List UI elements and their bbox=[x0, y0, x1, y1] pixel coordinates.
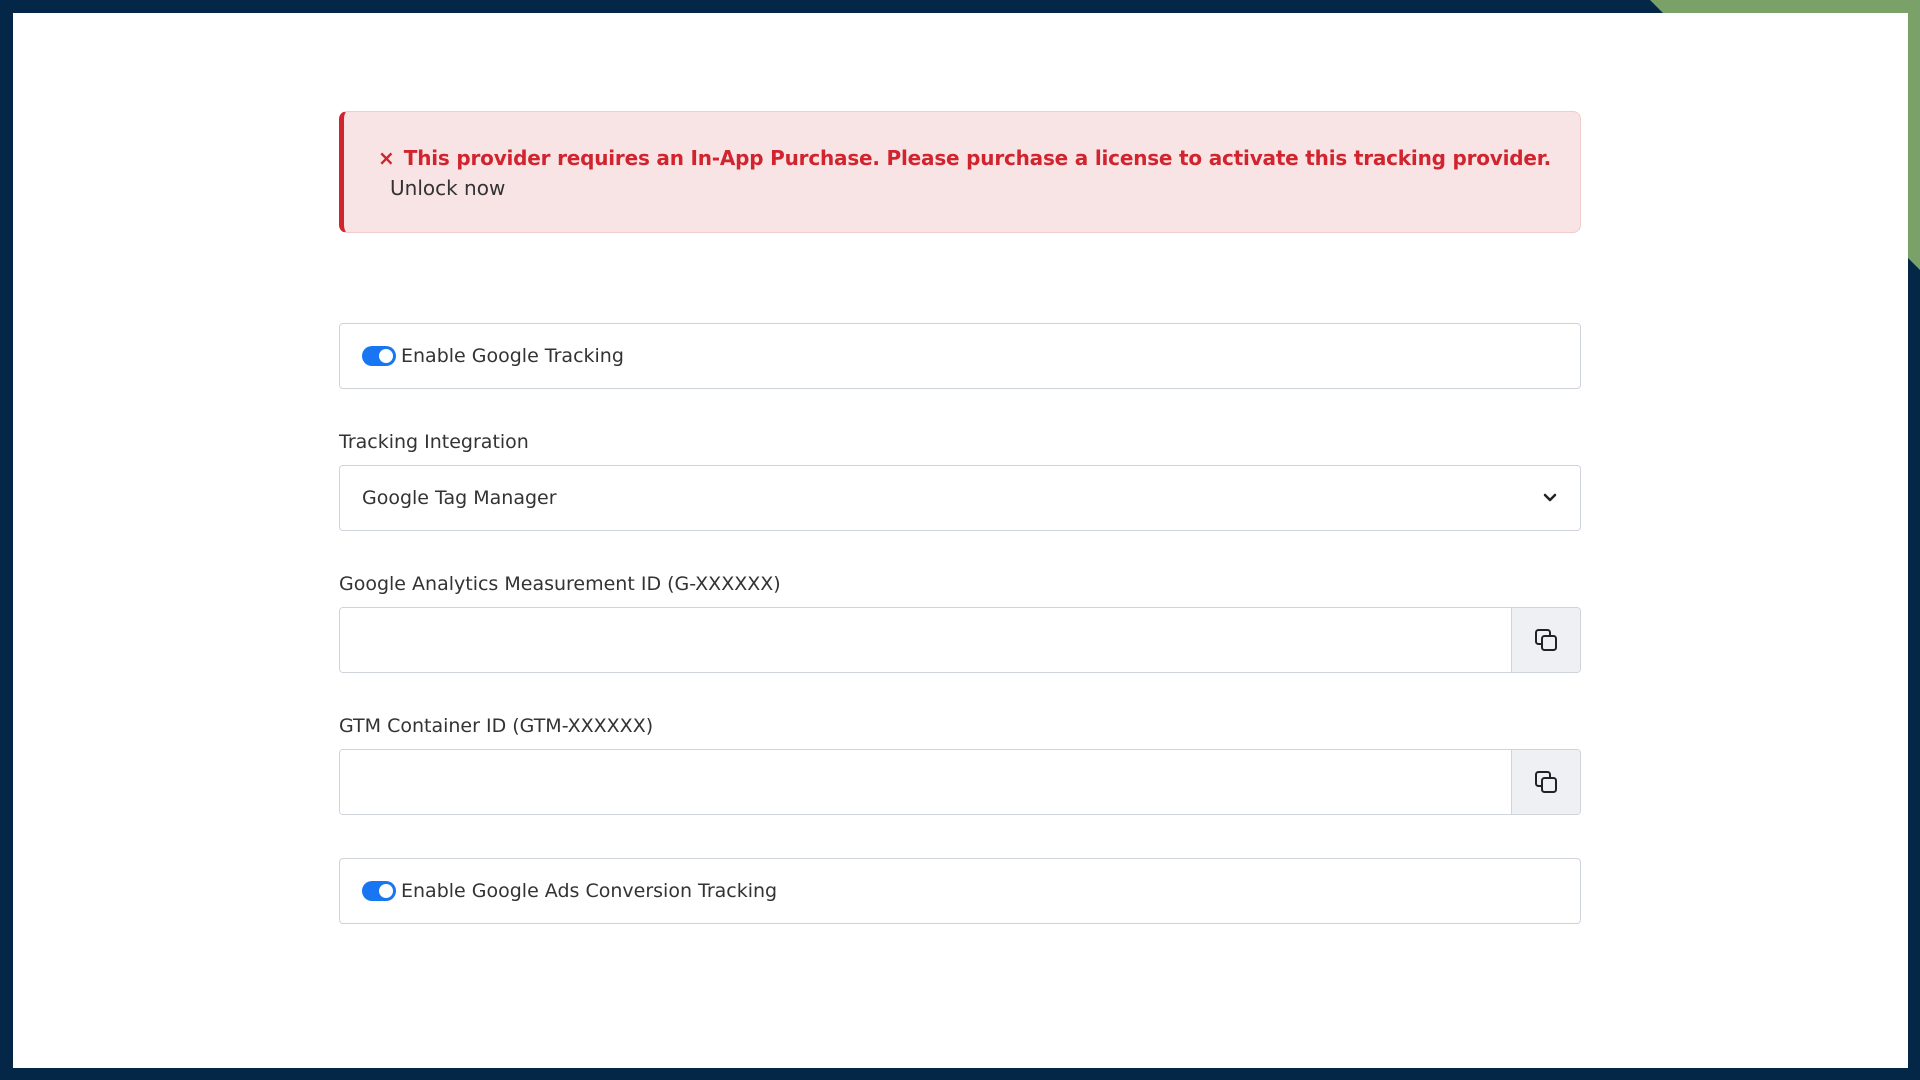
ga-measurement-input[interactable] bbox=[340, 608, 1511, 672]
alert-message: This provider requires an In-App Purchas… bbox=[403, 146, 1551, 170]
tracking-settings-form: × This provider requires an In-App Purch… bbox=[339, 111, 1581, 924]
ads-conversion-toggle-row: Enable Google Ads Conversion Tracking bbox=[339, 858, 1581, 924]
google-tracking-label: Enable Google Tracking bbox=[401, 345, 624, 367]
gtm-container-input[interactable] bbox=[340, 750, 1511, 814]
ga-measurement-label: Google Analytics Measurement ID (G-XXXXX… bbox=[339, 573, 781, 595]
ga-copy-button[interactable] bbox=[1511, 608, 1580, 672]
gtm-copy-button[interactable] bbox=[1511, 750, 1580, 814]
gtm-container-input-group bbox=[339, 749, 1581, 815]
ads-conversion-label: Enable Google Ads Conversion Tracking bbox=[401, 880, 778, 902]
close-icon: × bbox=[378, 146, 395, 170]
chevron-down-icon bbox=[1543, 493, 1557, 502]
settings-panel: × This provider requires an In-App Purch… bbox=[13, 13, 1908, 1068]
google-tracking-toggle-row: Enable Google Tracking bbox=[339, 323, 1581, 389]
ads-conversion-toggle[interactable] bbox=[362, 881, 396, 901]
ga-measurement-input-group bbox=[339, 607, 1581, 673]
copy-icon bbox=[1535, 771, 1557, 793]
tracking-integration-value: Google Tag Manager bbox=[362, 487, 557, 509]
unlock-now-link[interactable]: Unlock now bbox=[390, 176, 505, 200]
license-required-alert: × This provider requires an In-App Purch… bbox=[339, 111, 1581, 233]
copy-icon bbox=[1535, 629, 1557, 651]
tracking-integration-select[interactable]: Google Tag Manager bbox=[339, 465, 1581, 531]
google-tracking-toggle[interactable] bbox=[362, 346, 396, 366]
tracking-integration-label: Tracking Integration bbox=[339, 431, 529, 453]
gtm-container-label: GTM Container ID (GTM-XXXXXX) bbox=[339, 715, 654, 737]
